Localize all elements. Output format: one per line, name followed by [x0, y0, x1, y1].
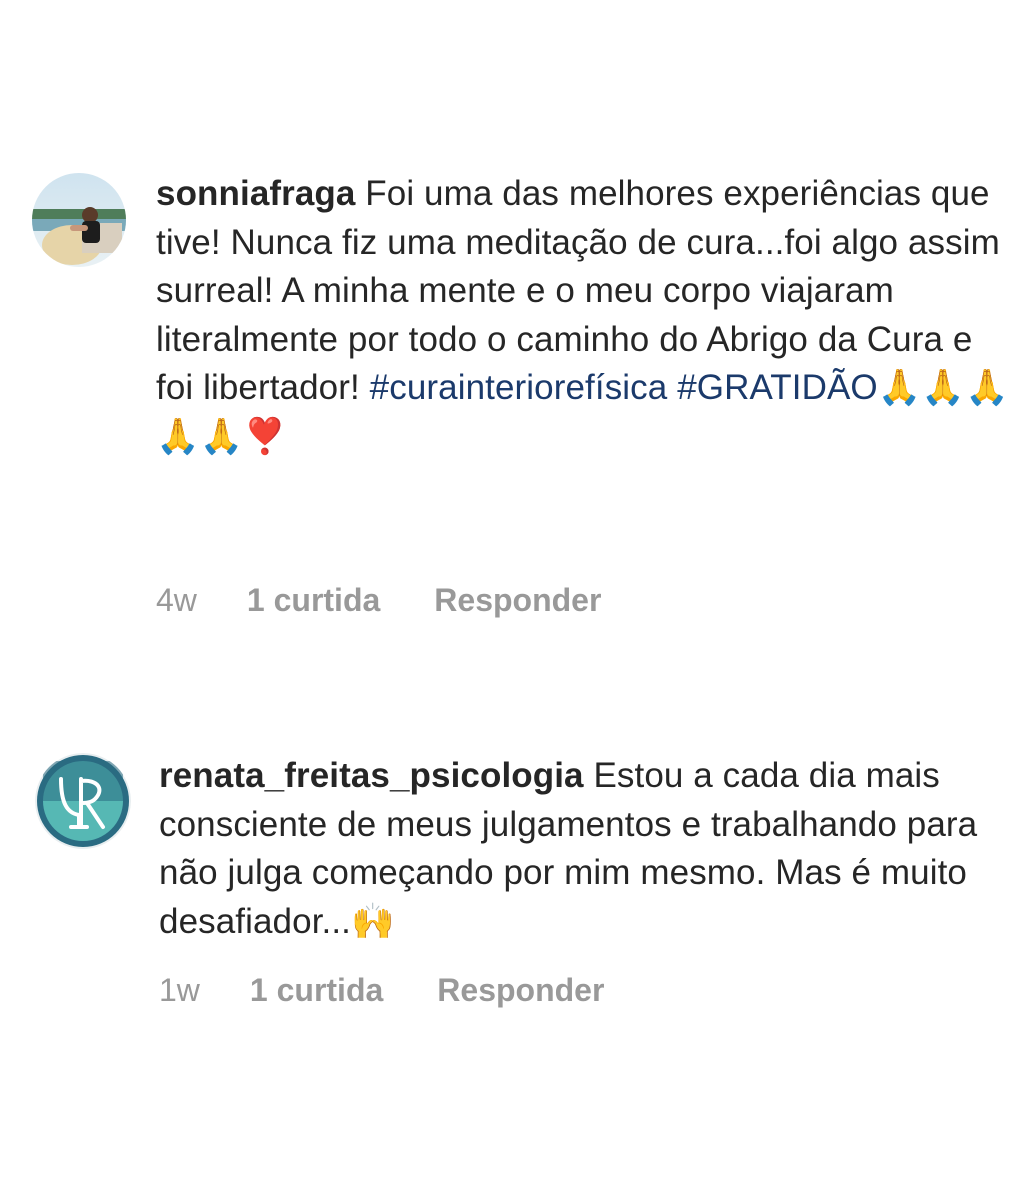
avatar[interactable] — [32, 173, 126, 267]
hashtag-link[interactable]: #GRATIDÃO — [677, 368, 878, 407]
reply-button[interactable]: Responder — [434, 582, 601, 619]
emoji-raised-hands: 🙌 — [351, 901, 395, 942]
comment-text: renata_freitas_psicologia Estou a cada d… — [159, 752, 1019, 946]
comment-meta: 1w 1 curtida Responder — [159, 972, 604, 1009]
comment-meta: 4w 1 curtida Responder — [156, 582, 601, 619]
comment-text: sonniafraga Foi uma das melhores experiê… — [156, 170, 1016, 461]
hashtag-link[interactable]: #curainteriorefísica — [370, 368, 668, 407]
comment-timestamp: 4w — [156, 582, 197, 618]
likes-count[interactable]: 1 curtida — [247, 582, 380, 619]
likes-count[interactable]: 1 curtida — [250, 972, 383, 1009]
comment-username[interactable]: sonniafraga — [156, 174, 355, 213]
comment-timestamp: 1w — [159, 972, 200, 1008]
avatar[interactable] — [35, 753, 131, 849]
avatar-photo — [32, 173, 126, 267]
emoji-praying-hands: 🙏🙏🙏 — [877, 368, 1009, 408]
emoji-praying-hands-heart: 🙏🙏❣️ — [156, 416, 288, 457]
avatar-logo — [35, 753, 131, 849]
reply-button[interactable]: Responder — [437, 972, 604, 1009]
comment-username[interactable]: renata_freitas_psicologia — [159, 756, 584, 795]
